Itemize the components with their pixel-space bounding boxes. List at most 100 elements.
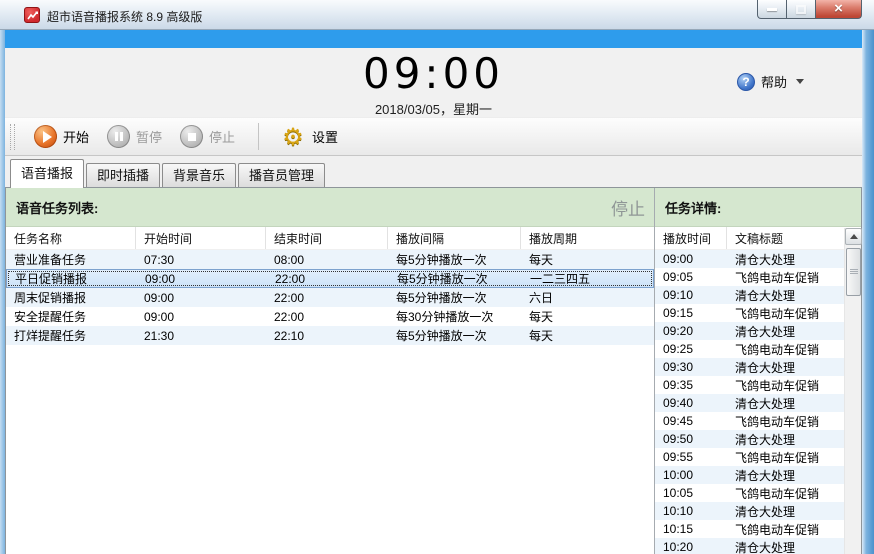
table-row[interactable]: 10:10清仓大处理 bbox=[655, 502, 861, 520]
column-header: 任务名称 bbox=[6, 227, 136, 249]
table-cell: 09:25 bbox=[655, 342, 727, 356]
task-detail-panel: 任务详情: 播放时间文稿标题 09:00清仓大处理09:05飞鸽电动车促销09:… bbox=[655, 188, 861, 554]
table-cell: 每5分钟播放一次 bbox=[388, 327, 521, 344]
table-cell: 10:20 bbox=[655, 540, 727, 554]
tab-item[interactable]: 播音员管理 bbox=[238, 163, 325, 187]
table-cell: 09:55 bbox=[655, 450, 727, 464]
table-cell: 10:00 bbox=[655, 468, 727, 482]
window-title: 超市语音播报系统 8.9 高级版 bbox=[47, 8, 202, 25]
table-row[interactable]: 09:25飞鸽电动车促销 bbox=[655, 340, 861, 358]
table-cell: 09:50 bbox=[655, 432, 727, 446]
window-content: 09:00 2018/03/05，星期一 帮助 开始 暂停 停止 bbox=[5, 30, 862, 554]
scroll-up-button[interactable] bbox=[845, 228, 862, 245]
table-row[interactable]: 09:55飞鸽电动车促销 bbox=[655, 448, 861, 466]
table-cell: 09:10 bbox=[655, 288, 727, 302]
detail-table-body: 09:00清仓大处理09:05飞鸽电动车促销09:10清仓大处理09:15飞鸽电… bbox=[655, 250, 861, 554]
stop-label: 停止 bbox=[209, 127, 235, 146]
table-cell: 09:00 bbox=[136, 310, 266, 324]
tab-item[interactable]: 即时插播 bbox=[86, 163, 160, 187]
minimize-button[interactable] bbox=[757, 0, 787, 19]
table-cell: 清仓大处理 bbox=[727, 323, 861, 340]
maximize-icon bbox=[796, 5, 806, 14]
clock-time: 09:00 bbox=[5, 49, 862, 98]
help-label: 帮助 bbox=[761, 72, 787, 91]
table-row[interactable]: 10:15飞鸽电动车促销 bbox=[655, 520, 861, 538]
table-row[interactable]: 09:05飞鸽电动车促销 bbox=[655, 268, 861, 286]
detail-scrollbar[interactable] bbox=[844, 228, 861, 554]
table-row[interactable]: 09:35飞鸽电动车促销 bbox=[655, 376, 861, 394]
window-frame-left bbox=[0, 30, 5, 554]
start-button[interactable]: 开始 bbox=[25, 123, 98, 150]
pause-label: 暂停 bbox=[136, 127, 162, 146]
table-cell: 09:40 bbox=[655, 396, 727, 410]
settings-button[interactable]: 设置 bbox=[271, 122, 347, 152]
table-row[interactable]: 10:00清仓大处理 bbox=[655, 466, 861, 484]
maximize-button[interactable] bbox=[787, 0, 815, 19]
table-cell: 飞鸽电动车促销 bbox=[727, 521, 861, 538]
main-panel: 语音任务列表: 停止 任务名称开始时间结束时间播放间隔播放周期 营业准备任务07… bbox=[5, 187, 862, 554]
help-button[interactable]: 帮助 bbox=[737, 72, 804, 91]
table-row[interactable]: 营业准备任务07:3008:00每5分钟播放一次每天 bbox=[6, 250, 654, 269]
table-cell: 六日 bbox=[521, 289, 654, 306]
table-row[interactable]: 09:40清仓大处理 bbox=[655, 394, 861, 412]
table-cell: 09:00 bbox=[655, 252, 727, 266]
table-cell: 10:10 bbox=[655, 504, 727, 518]
task-detail-header: 任务详情: bbox=[655, 188, 861, 227]
table-cell: 每30分钟播放一次 bbox=[388, 308, 521, 325]
tab-bar: 语音播报即时插播背景音乐播音员管理 bbox=[5, 156, 862, 187]
app-icon bbox=[24, 7, 40, 23]
scrollbar-thumb[interactable] bbox=[846, 248, 861, 296]
window-controls bbox=[757, 0, 862, 19]
table-cell: 每天 bbox=[521, 327, 654, 344]
table-cell: 09:20 bbox=[655, 324, 727, 338]
start-label: 开始 bbox=[63, 127, 89, 146]
table-cell: 平日促销播报 bbox=[7, 270, 137, 287]
status-badge: 停止 bbox=[611, 195, 645, 220]
table-cell: 22:00 bbox=[267, 272, 389, 286]
title-bar: 超市语音播报系统 8.9 高级版 bbox=[0, 0, 874, 30]
table-row[interactable]: 09:10清仓大处理 bbox=[655, 286, 861, 304]
table-row[interactable]: 09:45飞鸽电动车促销 bbox=[655, 412, 861, 430]
task-table-body: 营业准备任务07:3008:00每5分钟播放一次每天平日促销播报09:0022:… bbox=[6, 250, 654, 554]
table-row[interactable]: 安全提醒任务09:0022:00每30分钟播放一次每天 bbox=[6, 307, 654, 326]
table-cell: 每5分钟播放一次 bbox=[388, 251, 521, 268]
toolbar-grip bbox=[10, 124, 15, 150]
column-header: 结束时间 bbox=[266, 227, 388, 249]
table-cell: 清仓大处理 bbox=[727, 359, 861, 376]
table-cell: 10:15 bbox=[655, 522, 727, 536]
table-row[interactable]: 平日促销播报09:0022:00每5分钟播放一次一二三四五 bbox=[6, 269, 654, 288]
tab-item[interactable]: 背景音乐 bbox=[162, 163, 236, 187]
table-cell: 09:05 bbox=[655, 270, 727, 284]
table-row[interactable]: 09:15飞鸽电动车促销 bbox=[655, 304, 861, 322]
table-cell: 07:30 bbox=[136, 253, 266, 267]
table-row[interactable]: 10:20清仓大处理 bbox=[655, 538, 861, 554]
table-row[interactable]: 09:20清仓大处理 bbox=[655, 322, 861, 340]
column-header: 开始时间 bbox=[136, 227, 266, 249]
table-cell: 每天 bbox=[521, 251, 654, 268]
table-row[interactable]: 10:05飞鸽电动车促销 bbox=[655, 484, 861, 502]
table-cell: 09:00 bbox=[137, 272, 267, 286]
task-detail-title: 任务详情: bbox=[665, 198, 721, 217]
column-header: 文稿标题 bbox=[727, 227, 861, 249]
table-cell: 飞鸽电动车促销 bbox=[727, 413, 861, 430]
table-row[interactable]: 09:00清仓大处理 bbox=[655, 250, 861, 268]
tab-item[interactable]: 语音播报 bbox=[10, 159, 84, 188]
close-icon bbox=[834, 0, 843, 18]
stop-button[interactable]: 停止 bbox=[171, 123, 244, 150]
close-button[interactable] bbox=[815, 0, 862, 19]
window-frame-right bbox=[862, 30, 874, 554]
table-cell: 打烊提醒任务 bbox=[6, 327, 136, 344]
clock-date: 2018/03/05，星期一 bbox=[5, 99, 862, 118]
task-table-header: 任务名称开始时间结束时间播放间隔播放周期 bbox=[6, 227, 654, 250]
table-row[interactable]: 周末促销播报09:0022:00每5分钟播放一次六日 bbox=[6, 288, 654, 307]
table-row[interactable]: 09:30清仓大处理 bbox=[655, 358, 861, 376]
table-row[interactable]: 打烊提醒任务21:3022:10每5分钟播放一次每天 bbox=[6, 326, 654, 345]
table-cell: 飞鸽电动车促销 bbox=[727, 269, 861, 286]
table-cell: 一二三四五 bbox=[522, 270, 653, 287]
table-cell: 飞鸽电动车促销 bbox=[727, 305, 861, 322]
table-cell: 飞鸽电动车促销 bbox=[727, 485, 861, 502]
pause-button[interactable]: 暂停 bbox=[98, 123, 171, 150]
table-cell: 21:30 bbox=[136, 329, 266, 343]
table-cell: 清仓大处理 bbox=[727, 431, 861, 448]
table-row[interactable]: 09:50清仓大处理 bbox=[655, 430, 861, 448]
